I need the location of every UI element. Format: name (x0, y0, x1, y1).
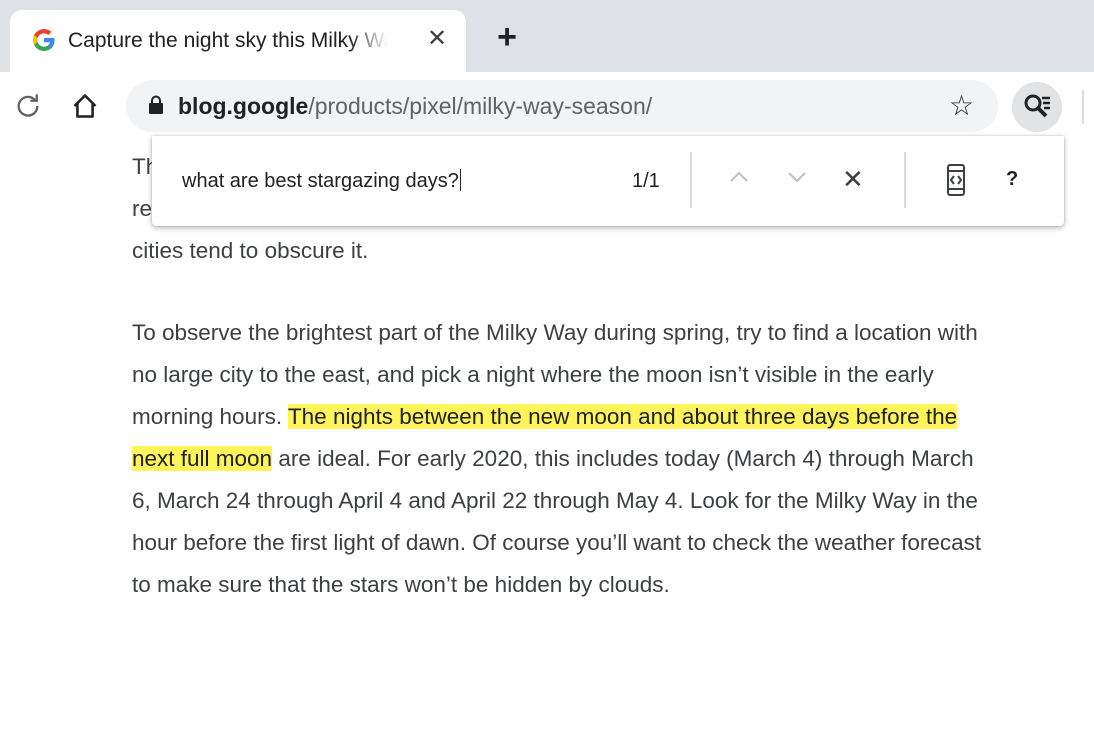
tab-strip: Capture the night sky this Milky Way sea… (0, 0, 1094, 72)
find-input[interactable]: what are best stargazing days? (182, 169, 461, 193)
paragraph-1-end: cities tend to obscure it. (132, 238, 369, 263)
new-tab-button[interactable]: + (490, 20, 524, 54)
home-icon[interactable] (70, 92, 100, 120)
partial-line-2: re (132, 196, 153, 221)
document-extension-icon[interactable] (946, 164, 966, 196)
browser-tab[interactable]: Capture the night sky this Milky Way sea… (10, 10, 466, 72)
find-close-icon[interactable]: ✕ (842, 164, 864, 195)
next-match-icon[interactable] (786, 166, 808, 188)
bookmark-star-icon[interactable]: ☆ (949, 89, 974, 122)
help-button[interactable]: ? (1006, 168, 1018, 191)
match-count: 1/1 (632, 170, 660, 192)
lock-icon (149, 95, 163, 114)
tab-title: Capture the night sky this Milky Way sea… (68, 29, 388, 52)
toolbar-separator (1082, 90, 1084, 124)
address-bar[interactable]: blog.google/products/pixel/milky-way-sea… (126, 80, 998, 132)
url-path: /products/pixel/milky-way-season/ (308, 93, 653, 119)
tab-close-icon[interactable]: ✕ (424, 26, 450, 52)
extension-search-icon[interactable] (1012, 82, 1062, 132)
text-caret (459, 169, 461, 191)
find-divider-2 (904, 152, 906, 208)
url-host: blog.google (178, 93, 309, 119)
google-g-icon (33, 29, 55, 51)
paragraph-2: To observe the brightest part of the Mil… (132, 312, 992, 606)
browser-toolbar: blog.google/products/pixel/milky-way-sea… (0, 72, 1094, 142)
find-bar: what are best stargazing days? 1/1 ✕ ? (152, 136, 1064, 226)
url-text: blog.google/products/pixel/milky-way-sea… (178, 93, 652, 120)
find-divider (690, 152, 692, 208)
reload-icon[interactable] (14, 92, 42, 120)
find-query-text: what are best stargazing days? (182, 170, 459, 192)
previous-match-icon[interactable] (728, 166, 750, 188)
